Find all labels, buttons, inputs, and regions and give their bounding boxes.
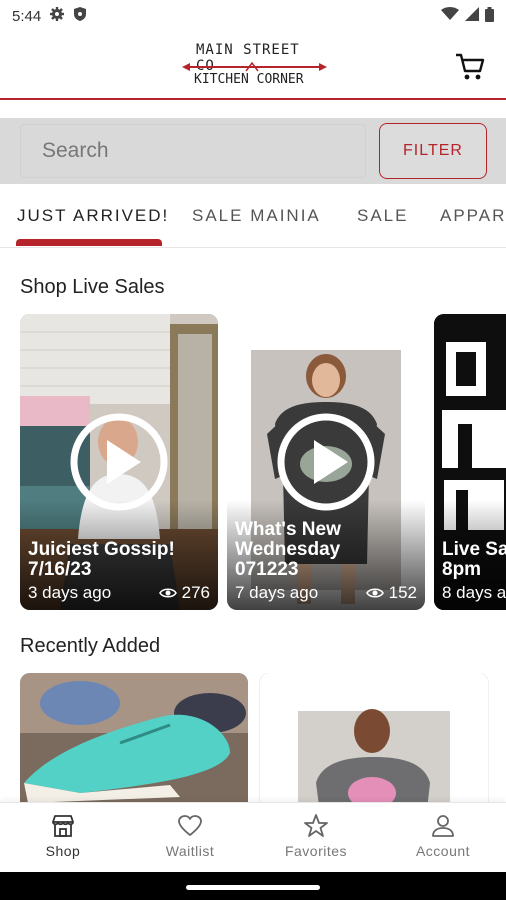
- cart-button[interactable]: [454, 50, 486, 82]
- video-card[interactable]: Live Sale 8pm 8 days ago: [434, 314, 506, 610]
- nav-favorites[interactable]: Favorites: [256, 813, 376, 859]
- category-tabs: JUST ARRIVED! SALE MAINIA SALE APPAREL: [0, 186, 506, 248]
- eye-icon: [365, 588, 384, 598]
- heart-icon: [178, 815, 202, 836]
- wifi-icon: [441, 7, 459, 25]
- play-icon[interactable]: [276, 412, 376, 512]
- eye-icon: [158, 588, 177, 598]
- active-tab-indicator: [16, 239, 162, 246]
- battery-icon: [485, 6, 494, 26]
- play-icon[interactable]: [69, 412, 169, 512]
- logo-line-2: KITCHEN CORNER: [194, 72, 304, 87]
- settings-gear-icon: [49, 6, 65, 26]
- signal-icon: [465, 7, 479, 25]
- video-age: 3 days ago: [28, 583, 112, 602]
- search-input[interactable]: Search: [20, 124, 366, 178]
- video-views: 276: [158, 583, 210, 603]
- nav-shop[interactable]: Shop: [3, 813, 123, 859]
- nav-label: Favorites: [284, 843, 348, 859]
- nav-label: Waitlist: [165, 843, 215, 859]
- shield-icon: [73, 6, 87, 26]
- video-card[interactable]: What's New Wednesday 071223 7 days ago 1…: [227, 314, 425, 610]
- video-age: 8 days ago: [442, 583, 506, 602]
- video-view-count: 152: [388, 583, 417, 602]
- product-image: [260, 673, 488, 803]
- tab-sale[interactable]: SALE: [357, 206, 408, 226]
- nav-label: Shop: [45, 843, 81, 859]
- nav-label: Account: [415, 843, 471, 859]
- system-gesture-bar: [0, 872, 506, 900]
- video-meta: 8 days ago: [442, 583, 506, 603]
- search-bar: Search FILTER: [0, 118, 506, 184]
- person-icon: [432, 815, 454, 837]
- video-views: 152: [365, 583, 417, 603]
- storefront-icon: [52, 815, 74, 837]
- logo-arrow-icon: [182, 62, 327, 72]
- section-title-live-sales: Shop Live Sales: [20, 276, 165, 298]
- tab-sale-mainia[interactable]: SALE MAINIA: [192, 206, 321, 226]
- video-meta: 7 days ago 152: [235, 583, 417, 603]
- video-meta: 3 days ago 276: [28, 583, 210, 603]
- tab-just-arrived[interactable]: JUST ARRIVED!: [17, 206, 169, 226]
- nav-waitlist[interactable]: Waitlist: [130, 813, 250, 859]
- app-header: MAIN STREET CO KITCHEN CORNER: [0, 32, 506, 100]
- video-title: What's New Wednesday 071223: [235, 519, 341, 580]
- video-age: 7 days ago: [235, 583, 319, 602]
- nav-account[interactable]: Account: [383, 813, 503, 859]
- live-sales-carousel[interactable]: Juiciest Gossip! 7/16/23 3 days ago 276: [0, 314, 506, 610]
- video-view-count: 276: [181, 583, 210, 602]
- home-gesture-handle[interactable]: [186, 885, 320, 890]
- bottom-navigation: Shop Waitlist Favorites Account: [0, 802, 506, 872]
- product-card[interactable]: [260, 673, 488, 803]
- recently-added-carousel[interactable]: [0, 673, 506, 803]
- video-title: Juiciest Gossip! 7/16/23: [28, 539, 175, 580]
- star-icon: [304, 814, 328, 837]
- filter-button[interactable]: FILTER: [379, 123, 487, 179]
- section-title-recently-added: Recently Added: [20, 635, 161, 657]
- store-logo[interactable]: MAIN STREET CO KITCHEN CORNER: [182, 40, 327, 92]
- video-title: Live Sale 8pm: [442, 539, 506, 580]
- product-image: [20, 673, 248, 803]
- product-card[interactable]: [20, 673, 248, 803]
- search-placeholder: Search: [42, 139, 109, 162]
- tab-apparel[interactable]: APPAREL: [440, 206, 506, 226]
- cart-icon: [456, 53, 485, 80]
- video-card[interactable]: Juiciest Gossip! 7/16/23 3 days ago 276: [20, 314, 218, 610]
- status-bar: 5:44: [0, 0, 506, 32]
- status-time: 5:44: [12, 7, 42, 25]
